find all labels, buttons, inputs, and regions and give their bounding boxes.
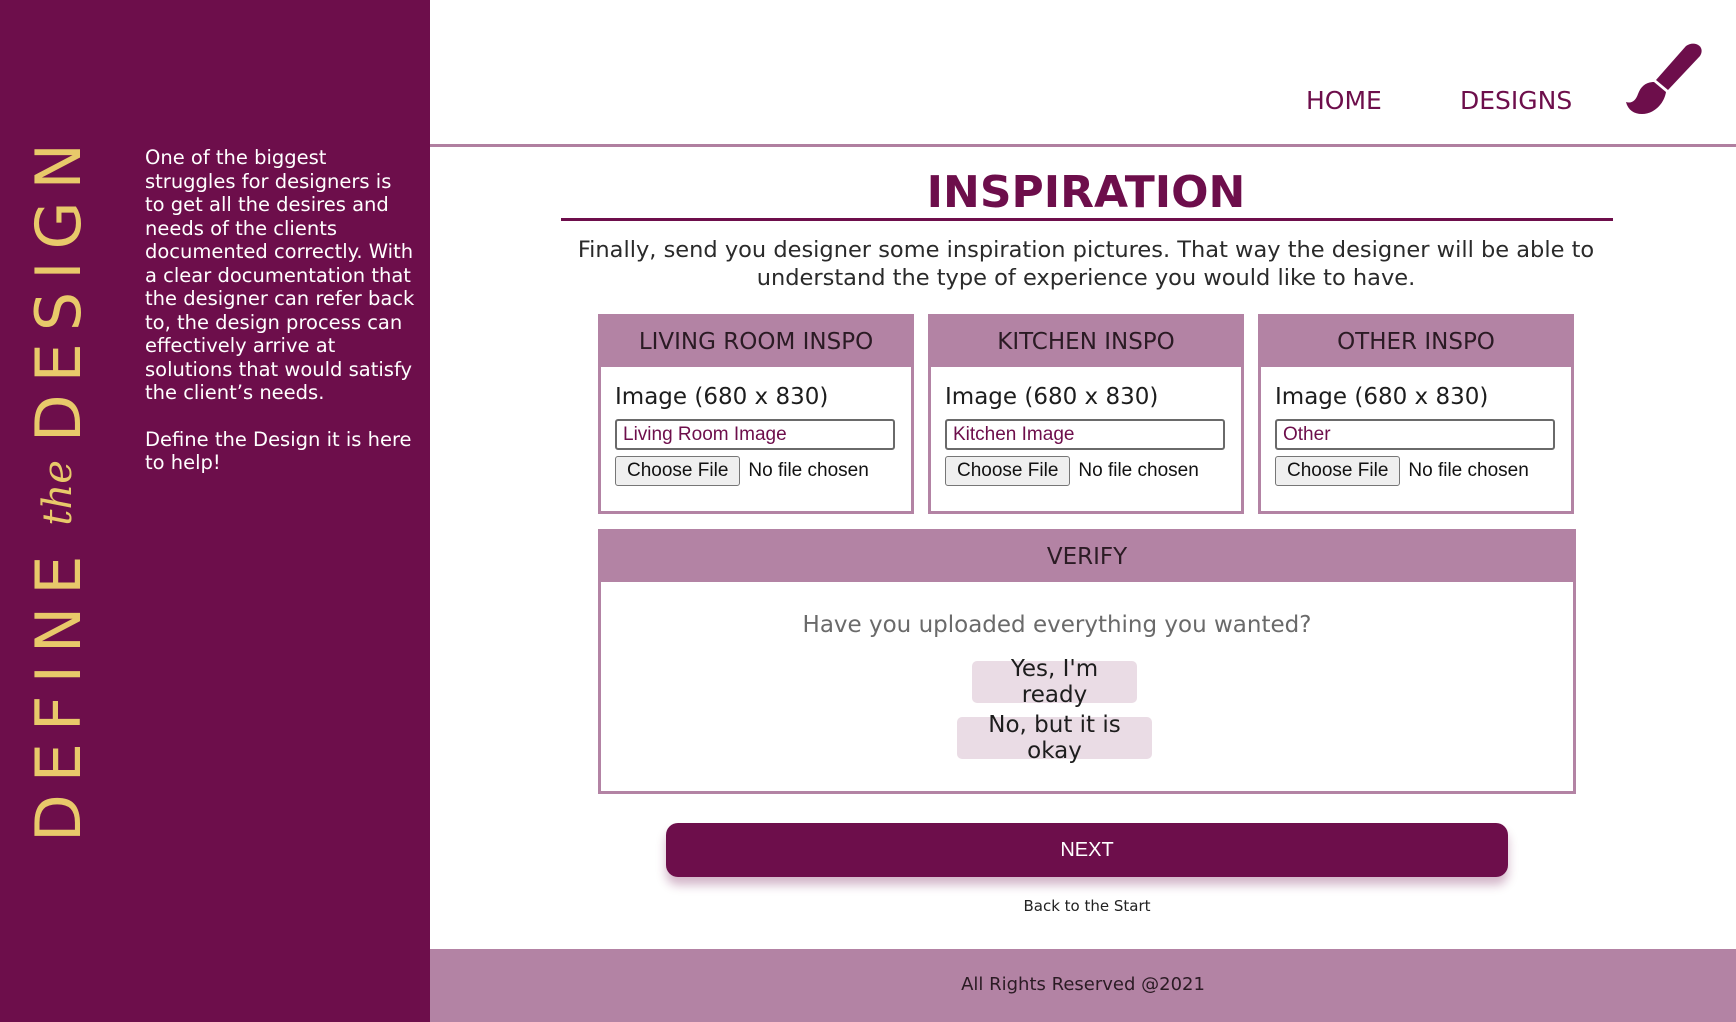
living-room-image-input[interactable] (615, 419, 895, 450)
card-header: OTHER INSPO (1261, 317, 1571, 367)
intro-text: Finally, send you designer some inspirat… (577, 237, 1595, 291)
file-status: No file chosen (1408, 460, 1529, 481)
file-picker: Choose File No file chosen (945, 456, 1199, 486)
header-divider (430, 144, 1736, 147)
card-living-room: LIVING ROOM INSPO Image (680 x 830) Choo… (598, 314, 914, 514)
file-picker: Choose File No file chosen (1275, 456, 1529, 486)
yes-ready-button[interactable]: Yes, I'm ready (972, 656, 1137, 708)
footer: All Rights Reserved @2021 (430, 949, 1736, 1022)
page-title: INSPIRATION (926, 167, 1246, 218)
logo-word-define: DEFINE (21, 543, 95, 842)
card-other: OTHER INSPO Image (680 x 830) Choose Fil… (1258, 314, 1574, 514)
logo-word-the: the (35, 460, 81, 526)
paintbrush-icon[interactable] (1624, 42, 1704, 122)
choose-file-button[interactable]: Choose File (1275, 456, 1401, 486)
card-kitchen: KITCHEN INSPO Image (680 x 830) Choose F… (928, 314, 1244, 514)
image-size-label: Image (680 x 830) (1275, 384, 1489, 410)
nav-home-link[interactable]: HOME (1306, 86, 1382, 115)
image-size-label: Image (680 x 830) (615, 384, 829, 410)
sidebar-description: One of the biggest struggles for designe… (145, 146, 417, 475)
choose-file-button[interactable]: Choose File (615, 456, 741, 486)
nav-designs-link[interactable]: DESIGNS (1460, 86, 1572, 115)
card-header: KITCHEN INSPO (931, 317, 1241, 367)
logo-word-design: DESIGN (21, 131, 95, 443)
next-button[interactable]: NEXT (666, 823, 1508, 877)
image-size-label: Image (680 x 830) (945, 384, 1159, 410)
brand-logo: DEFINE the DESIGN (21, 131, 95, 842)
card-header: LIVING ROOM INSPO (601, 317, 911, 367)
verify-panel: VERIFY Have you uploaded everything you … (598, 529, 1576, 794)
footer-copyright: All Rights Reserved @2021 (961, 974, 1205, 995)
title-underline (561, 218, 1613, 221)
verify-header: VERIFY (601, 532, 1573, 582)
sidebar-paragraph: Define the Design it is here to help! (145, 427, 412, 475)
other-image-input[interactable] (1275, 419, 1555, 450)
choose-file-button[interactable]: Choose File (945, 456, 1071, 486)
verify-question: Have you uploaded everything you wanted? (802, 612, 1312, 638)
back-to-start-link[interactable]: Back to the Start (950, 897, 1224, 915)
file-picker: Choose File No file chosen (615, 456, 869, 486)
sidebar: DEFINE the DESIGN One of the biggest str… (0, 0, 430, 1022)
file-status: No file chosen (1078, 460, 1199, 481)
no-okay-button[interactable]: No, but it is okay (957, 712, 1152, 764)
kitchen-image-input[interactable] (945, 419, 1225, 450)
file-status: No file chosen (748, 460, 869, 481)
sidebar-paragraph: One of the biggest struggles for designe… (145, 146, 415, 404)
